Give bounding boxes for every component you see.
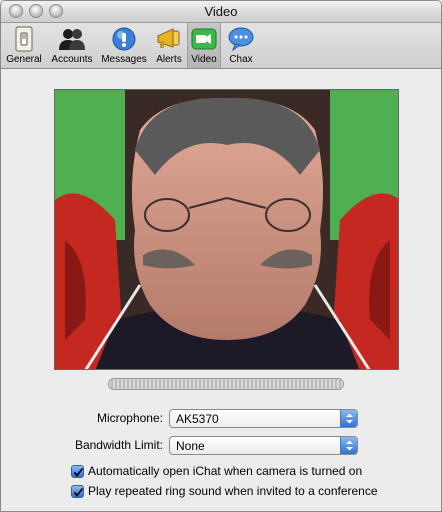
- toolbar-item-alerts[interactable]: Alerts: [151, 23, 187, 68]
- bandwidth-limit-select[interactable]: None: [169, 436, 358, 455]
- toolbar-label-video: Video: [191, 54, 217, 65]
- toolbar-item-accounts[interactable]: Accounts: [47, 23, 97, 68]
- bandwidth-limit-label: Bandwidth Limit:: [74, 438, 163, 452]
- toolbar-item-video[interactable]: Video: [187, 23, 221, 68]
- microphone-select-value: AK5370: [176, 412, 219, 426]
- toolbar-label-chax: Chax: [229, 54, 253, 65]
- toolbar-label-messages: Messages: [101, 54, 147, 65]
- camera-preview-image: [55, 90, 398, 369]
- people-icon: [59, 29, 85, 50]
- checkmark-icon: [73, 487, 84, 497]
- checkmark-icon: [73, 467, 84, 477]
- light-switch-icon: [15, 26, 33, 52]
- toolbar-item-messages[interactable]: Messages: [99, 23, 149, 68]
- window-title: Video: [204, 4, 238, 19]
- preferences-toolbar: General Accounts Messages Alerts Video C…: [1, 23, 441, 69]
- auto-open-ichat-checkbox[interactable]: [71, 465, 84, 478]
- repeated-ring-checkbox[interactable]: [71, 485, 84, 498]
- bandwidth-limit-select-value: None: [176, 439, 205, 453]
- toolbar-item-general[interactable]: General: [3, 23, 45, 68]
- chat-bubble-icon: [228, 27, 254, 52]
- toolbar-label-alerts: Alerts: [156, 54, 182, 65]
- up-down-arrows-icon: [340, 437, 357, 454]
- repeated-ring-label: Play repeated ring sound when invited to…: [88, 484, 378, 498]
- megaphone-icon: [157, 28, 180, 48]
- auto-open-ichat-label: Automatically open iChat when camera is …: [88, 464, 363, 478]
- up-down-arrows-icon: [340, 410, 357, 427]
- toolbar-item-chax[interactable]: Chax: [223, 23, 259, 68]
- preferences-window: Video General Accounts Messages Alerts V…: [0, 0, 442, 512]
- title-bar: Video: [1, 1, 441, 23]
- toolbar-label-accounts: Accounts: [51, 54, 93, 65]
- globe-message-icon: [112, 27, 136, 51]
- microphone-level-meter: [108, 378, 344, 390]
- microphone-select[interactable]: AK5370: [169, 409, 358, 428]
- microphone-label: Microphone:: [96, 411, 163, 425]
- toolbar-label-general: General: [6, 54, 42, 65]
- video-camera-icon: [191, 28, 217, 50]
- video-preview: [54, 89, 399, 370]
